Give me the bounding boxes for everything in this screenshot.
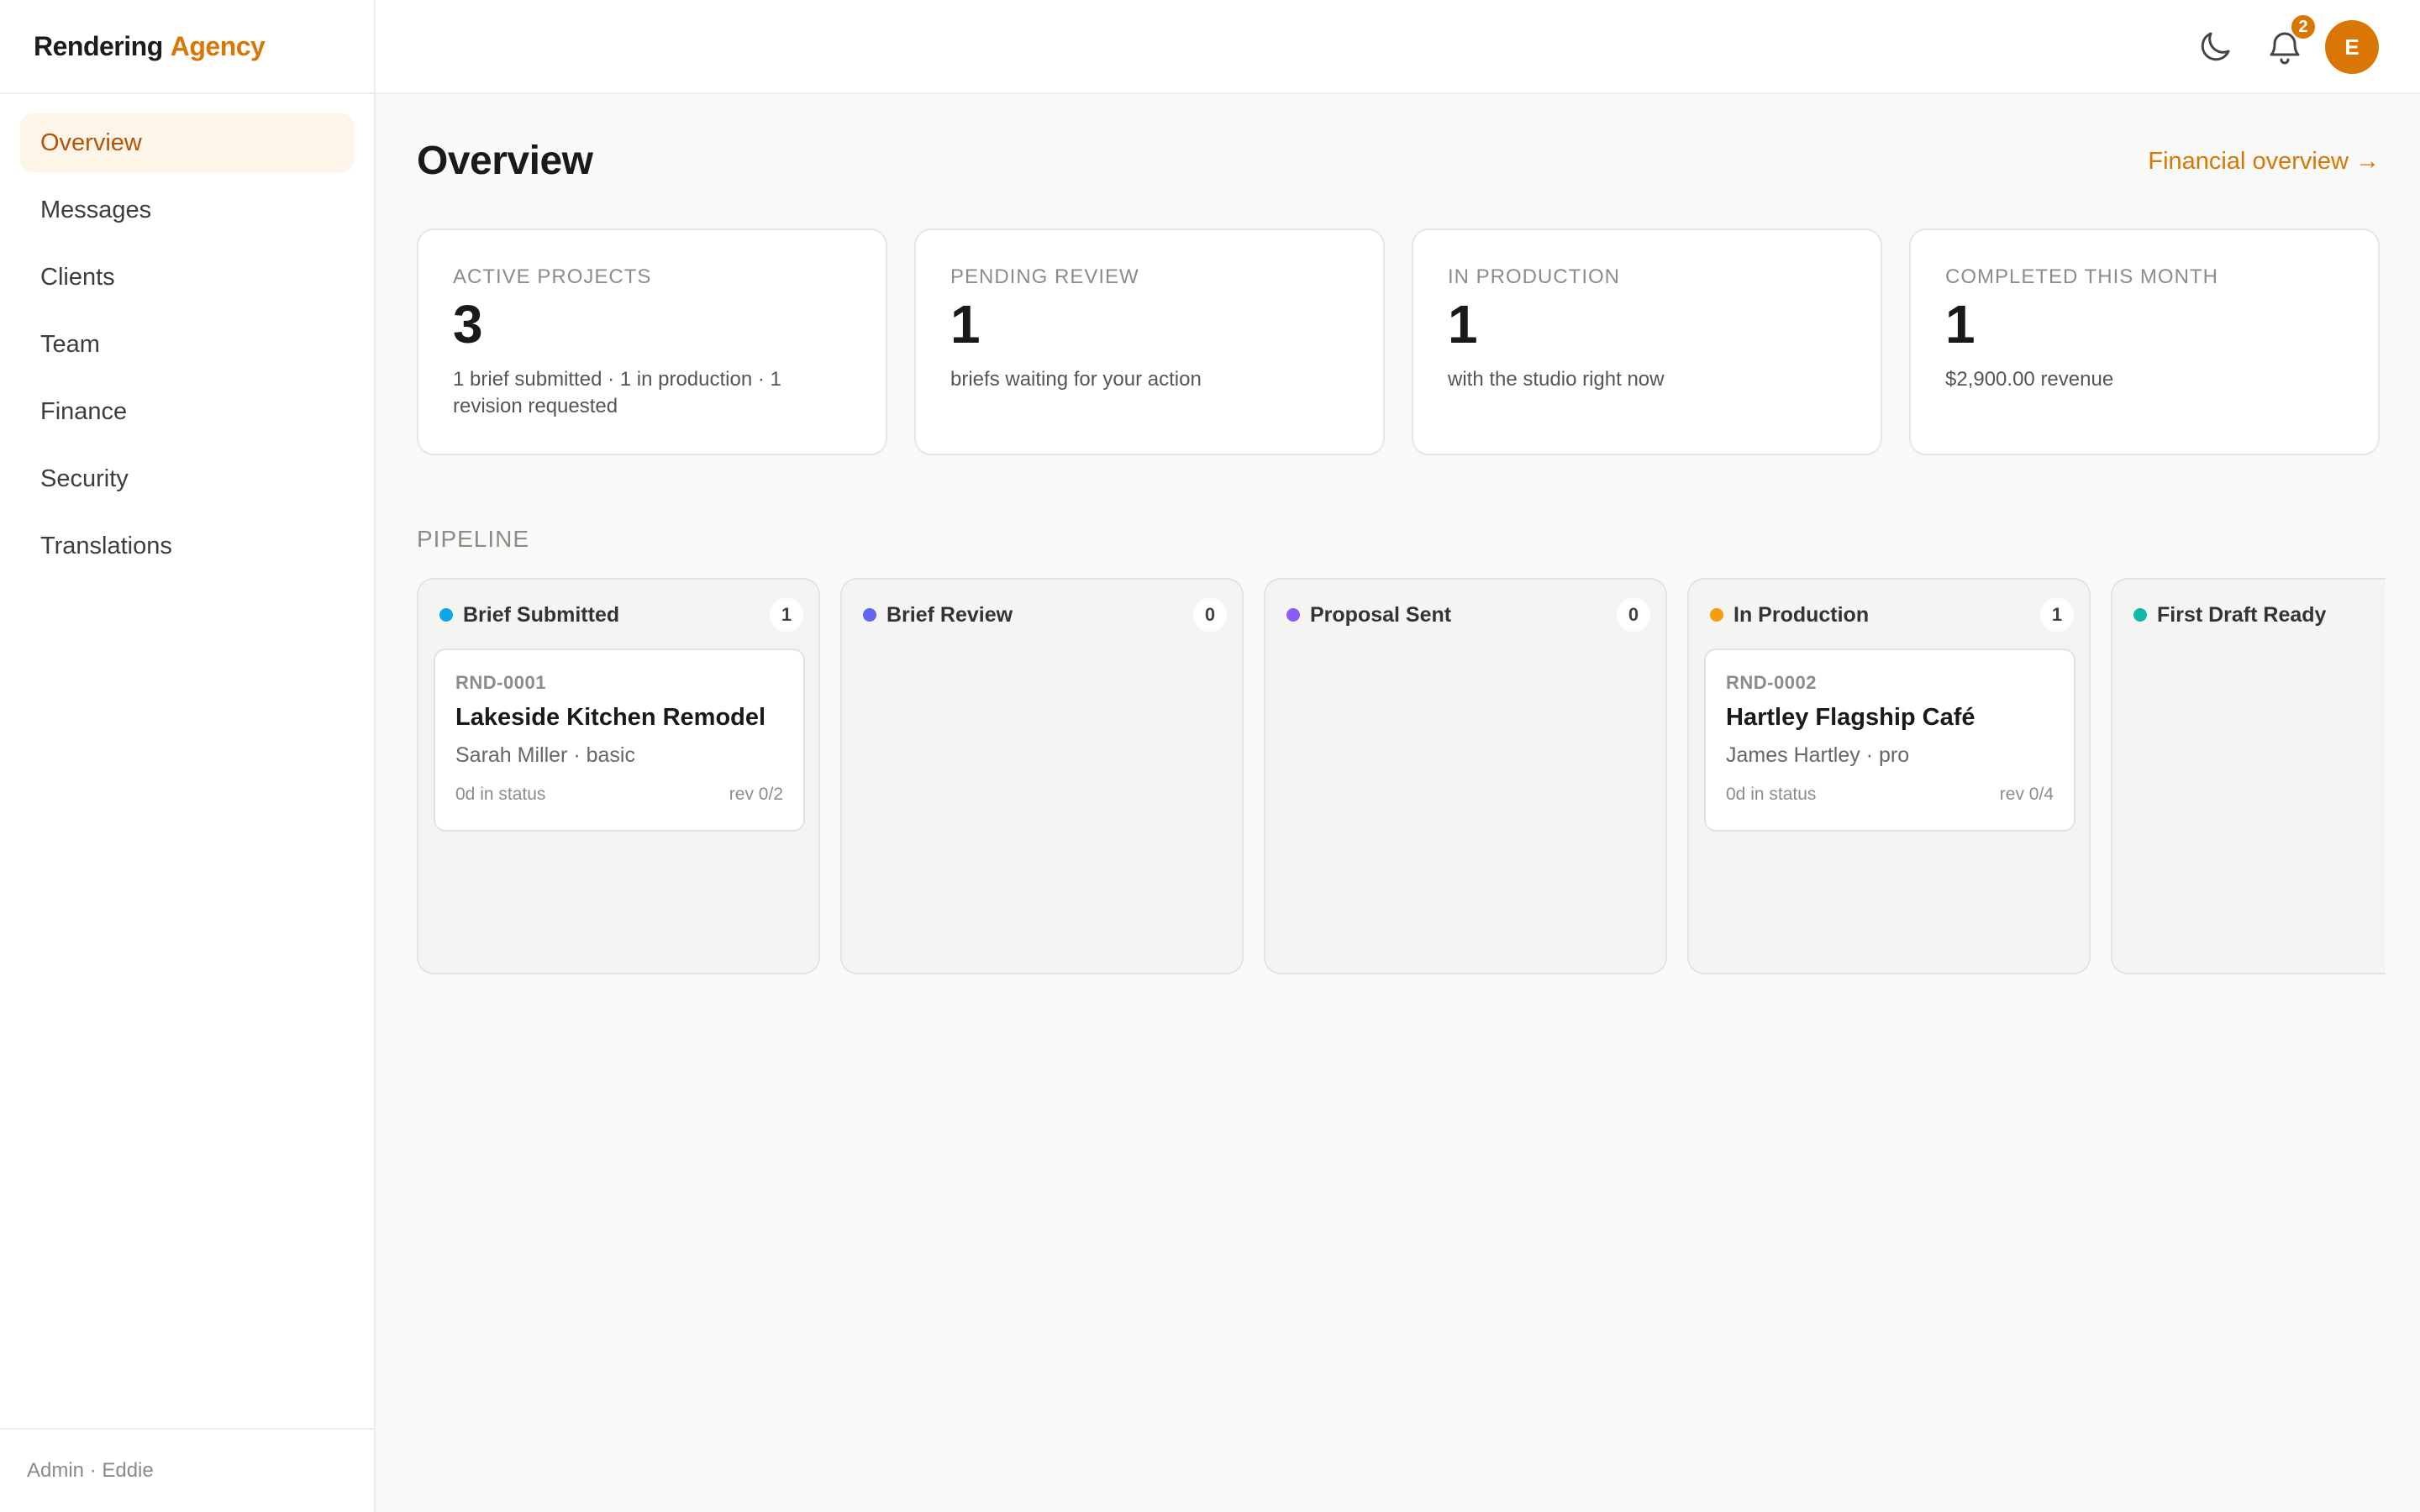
project-code: RND-0001 bbox=[455, 672, 546, 693]
column-title: In Production bbox=[1733, 602, 1870, 627]
stat-subtext: $2,900.00 revenue bbox=[1945, 368, 2114, 391]
sidebar: Rendering Agency Overview Messages Client… bbox=[0, 0, 376, 1512]
sidebar-item-security[interactable]: Security bbox=[20, 449, 354, 508]
pipeline-section-label: PIPELINE bbox=[417, 526, 530, 552]
time-in-status: 0d in status bbox=[455, 785, 546, 804]
stats-row: ACTIVE PROJECTS 3 1 brief submitted · 1 … bbox=[417, 228, 2380, 455]
main-content: Overview Financial overview → ACTIVE PRO… bbox=[376, 94, 2420, 1512]
brand-accent: Agency bbox=[170, 30, 266, 61]
project-client-tier: Sarah Miller · basic bbox=[455, 743, 635, 767]
stat-card-active-projects: ACTIVE PROJECTS 3 1 brief submitted · 1 … bbox=[417, 228, 887, 455]
sidebar-item-label: Clients bbox=[40, 263, 115, 291]
stat-label: PENDING REVIEW bbox=[950, 265, 1139, 288]
column-header: Brief Submitted 1 bbox=[439, 598, 803, 632]
project-title: Hartley Flagship Café bbox=[1726, 704, 1975, 731]
brand-logo[interactable]: Rendering Agency bbox=[0, 0, 374, 94]
stat-subtext: with the studio right now bbox=[1448, 368, 1665, 391]
stat-subtext: 1 brief submitted · 1 in production · 1 … bbox=[453, 368, 781, 418]
stat-subtext: briefs waiting for your action bbox=[950, 368, 1202, 391]
page-title: Overview bbox=[417, 139, 593, 183]
project-title: Lakeside Kitchen Remodel bbox=[455, 704, 766, 731]
column-header: First Draft Ready bbox=[2133, 598, 2386, 632]
sidebar-item-team[interactable]: Team bbox=[20, 315, 354, 374]
column-header: Proposal Sent 0 bbox=[1286, 598, 1650, 632]
sidebar-item-label: Team bbox=[40, 330, 100, 358]
stat-value: 1 bbox=[1448, 294, 1478, 354]
column-title: First Draft Ready bbox=[2157, 602, 2327, 627]
project-card[interactable]: RND-0001 Lakeside Kitchen Remodel Sarah … bbox=[434, 648, 805, 832]
stat-value: 1 bbox=[950, 294, 981, 354]
sidebar-item-messages[interactable]: Messages bbox=[20, 181, 354, 239]
revision-count: rev 0/2 bbox=[729, 785, 783, 804]
column-title: Brief Review bbox=[886, 602, 1013, 627]
sidebar-item-translations[interactable]: Translations bbox=[20, 517, 354, 575]
sidebar-item-overview[interactable]: Overview bbox=[20, 113, 354, 172]
pipeline-column-first-draft-ready: First Draft Ready bbox=[2111, 578, 2386, 974]
revision-count: rev 0/4 bbox=[1999, 785, 2054, 804]
stat-card-completed-this-month: COMPLETED THIS MONTH 1 $2,900.00 revenue bbox=[1909, 228, 2380, 455]
status-dot bbox=[439, 608, 453, 622]
status-dot bbox=[1710, 608, 1723, 622]
project-code: RND-0002 bbox=[1726, 672, 1817, 693]
stat-value: 3 bbox=[453, 294, 483, 354]
notification-badge: 2 bbox=[2290, 13, 2317, 40]
column-count-badge: 0 bbox=[1193, 598, 1227, 632]
sidebar-item-label: Messages bbox=[40, 196, 152, 223]
status-dot bbox=[1286, 608, 1300, 622]
column-count-badge: 0 bbox=[1617, 598, 1650, 632]
sidebar-item-label: Security bbox=[40, 465, 129, 492]
sidebar-item-label: Translations bbox=[40, 532, 172, 559]
sidebar-item-clients[interactable]: Clients bbox=[20, 248, 354, 307]
pipeline-column-brief-submitted: Brief Submitted 1 RND-0001 Lakeside Kitc… bbox=[417, 578, 820, 974]
time-in-status: 0d in status bbox=[1726, 785, 1817, 804]
column-header: Brief Review 0 bbox=[863, 598, 1227, 632]
column-count-badge: 1 bbox=[770, 598, 803, 632]
column-header: In Production 1 bbox=[1710, 598, 2074, 632]
topbar: 2 E bbox=[376, 0, 2420, 94]
column-count-badge: 1 bbox=[2040, 598, 2074, 632]
pipeline-board[interactable]: Brief Submitted 1 RND-0001 Lakeside Kitc… bbox=[417, 578, 2386, 976]
sidebar-footer-user: Admin · Eddie bbox=[0, 1428, 374, 1512]
stat-label: COMPLETED THIS MONTH bbox=[1945, 265, 2218, 288]
project-card-footer: 0d in status rev 0/2 bbox=[455, 785, 783, 805]
financial-overview-link[interactable]: Financial overview → bbox=[2148, 148, 2380, 176]
sidebar-nav: Overview Messages Clients Team Finance S… bbox=[0, 94, 374, 575]
stat-card-pending-review: PENDING REVIEW 1 briefs waiting for your… bbox=[914, 228, 1385, 455]
sidebar-item-label: Finance bbox=[40, 397, 128, 425]
app-root: Rendering Agency Overview Messages Client… bbox=[0, 0, 2420, 1512]
project-card-footer: 0d in status rev 0/4 bbox=[1726, 785, 2054, 805]
stat-label: IN PRODUCTION bbox=[1448, 265, 1620, 288]
sidebar-item-label: Overview bbox=[40, 129, 142, 156]
pipeline-column-proposal-sent: Proposal Sent 0 bbox=[1264, 578, 1667, 974]
pipeline-column-brief-review: Brief Review 0 bbox=[840, 578, 1244, 974]
stat-value: 1 bbox=[1945, 294, 1975, 354]
sidebar-item-finance[interactable]: Finance bbox=[20, 382, 354, 441]
theme-toggle-button[interactable] bbox=[2195, 27, 2235, 67]
pipeline-column-in-production: In Production 1 RND-0002 Hartley Flagshi… bbox=[1687, 578, 2091, 974]
column-title: Brief Submitted bbox=[463, 602, 620, 627]
stat-label: ACTIVE PROJECTS bbox=[453, 265, 652, 288]
avatar[interactable]: E bbox=[2325, 20, 2379, 74]
column-title: Proposal Sent bbox=[1310, 602, 1452, 627]
project-client-tier: James Hartley · pro bbox=[1726, 743, 1910, 767]
stat-card-in-production: IN PRODUCTION 1 with the studio right no… bbox=[1412, 228, 1882, 455]
status-dot bbox=[2133, 608, 2147, 622]
project-card[interactable]: RND-0002 Hartley Flagship Café James Har… bbox=[1704, 648, 2075, 832]
status-dot bbox=[863, 608, 876, 622]
moon-icon bbox=[2201, 32, 2230, 61]
brand-name: Rendering bbox=[34, 30, 163, 61]
